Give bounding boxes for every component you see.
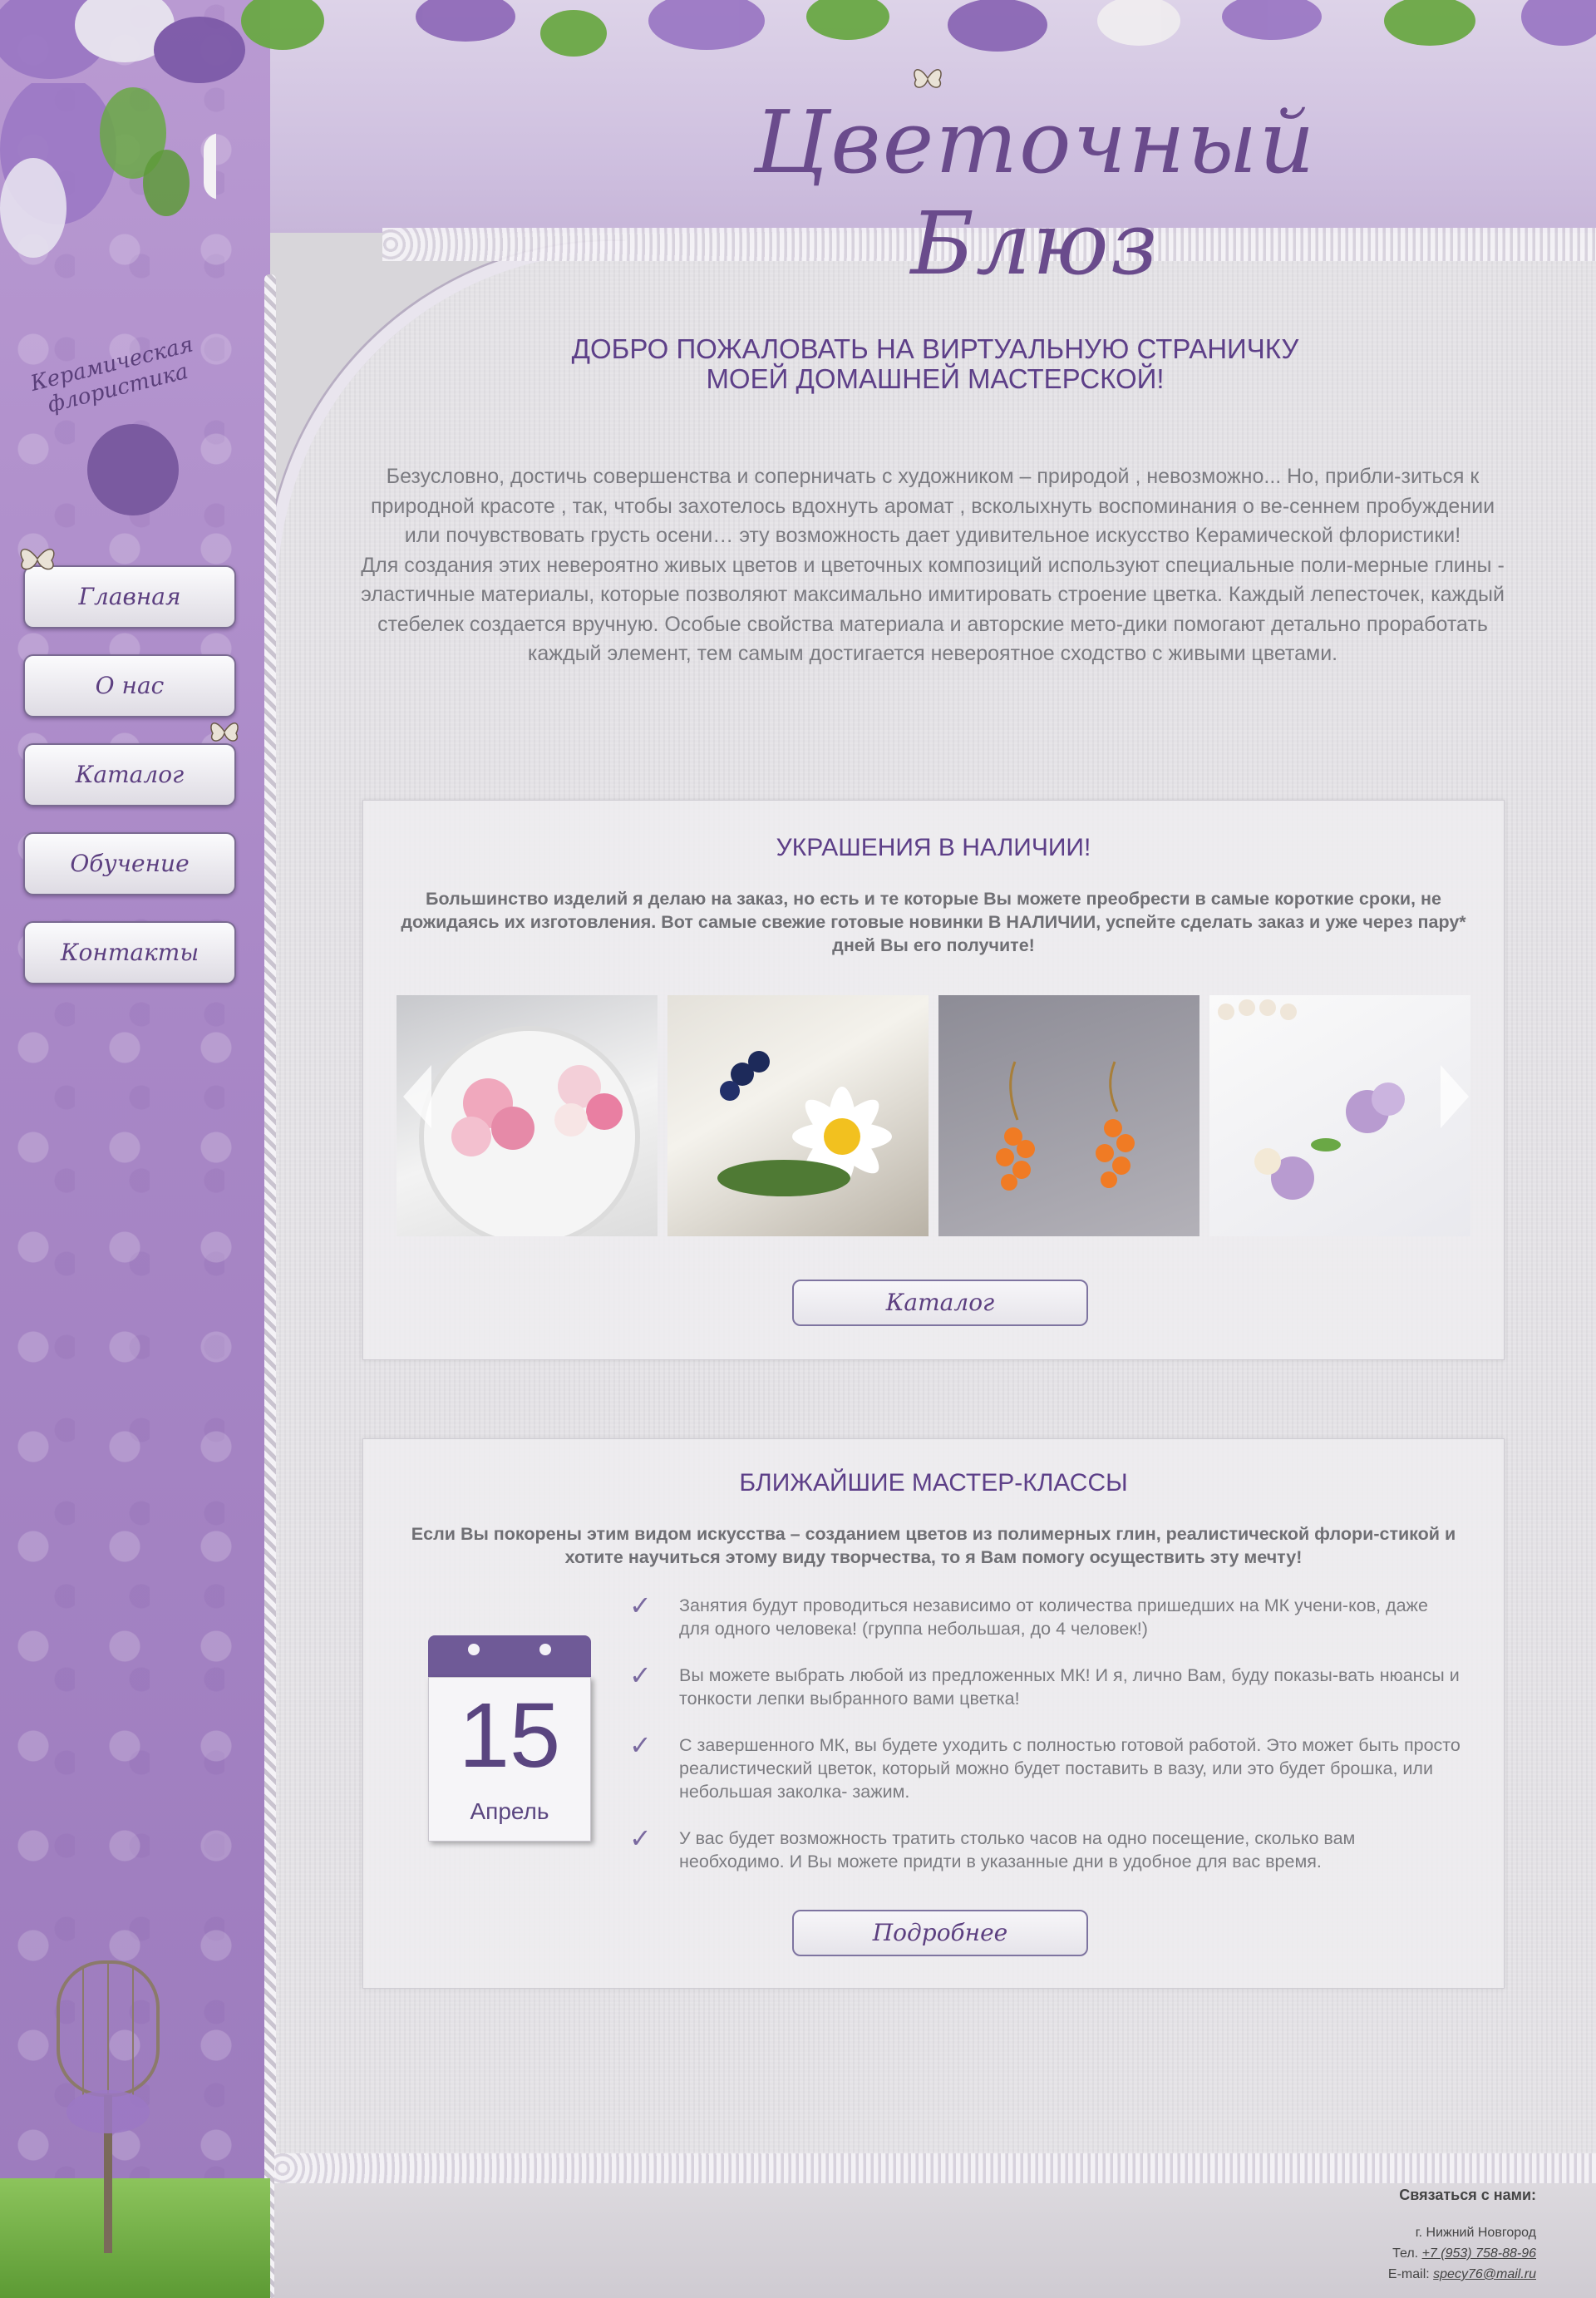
butterfly-icon bbox=[914, 69, 942, 88]
catalog-button[interactable]: Каталог bbox=[792, 1280, 1088, 1326]
birdcage-decoration bbox=[57, 1960, 160, 2253]
calendar-widget: 15 Апрель bbox=[428, 1635, 591, 1843]
classes-text: Если Вы покорены этим видом искусства – … bbox=[411, 1524, 1456, 1567]
class-bullet: ✓ Вы можете выбрать любой из предложенны… bbox=[629, 1660, 1460, 1709]
class-bullet: ✓ Занятия будут проводиться независимо о… bbox=[629, 1590, 1428, 1639]
checkmark-icon: ✓ bbox=[629, 1660, 652, 1690]
calendar-header bbox=[428, 1635, 591, 1677]
main-nav: Главная О нас Каталог Обучение Контакты bbox=[23, 565, 236, 1010]
master-classes-panel: БЛИЖАЙШИЕ МАСТЕР-КЛАССЫ Если Вы покорены… bbox=[362, 1438, 1505, 1989]
jewelry-panel: УКРАШЕНИЯ В НАЛИЧИИ! Большинство изделий… bbox=[362, 800, 1505, 1360]
more-details-button[interactable]: Подробнее bbox=[792, 1910, 1088, 1956]
class-bullet: ✓ С завершенного МК, вы будете уходить с… bbox=[629, 1730, 1461, 1802]
product-photo[interactable] bbox=[938, 995, 1199, 1236]
carousel-prev-arrow[interactable] bbox=[403, 1065, 431, 1128]
jewelry-text: Большинство изделий я делаю на заказ, но… bbox=[401, 889, 1466, 955]
checkmark-icon: ✓ bbox=[629, 1823, 652, 1853]
nav-about[interactable]: О нас bbox=[23, 654, 236, 718]
lilac-branch-decoration bbox=[0, 83, 216, 258]
ballerinas-logo-icon bbox=[87, 424, 179, 515]
footer-contacts: Связаться с нами: г. Нижний Новгород Тел… bbox=[1237, 2187, 1536, 2285]
footer-email: E-mail: specy76@mail.ru bbox=[1387, 2267, 1536, 2281]
footer-title: Связаться с нами: bbox=[1399, 2187, 1536, 2203]
rope-border bbox=[264, 274, 276, 2298]
butterfly-icon bbox=[20, 548, 55, 570]
welcome-heading: ДОБРО ПОЖАЛОВАТЬ НА ВИРТУАЛЬНУЮ СТРАНИЧК… bbox=[571, 333, 1299, 394]
butterfly-icon bbox=[210, 722, 239, 742]
nav-training[interactable]: Обучение bbox=[23, 832, 236, 895]
footer-city: г. Нижний Новгород bbox=[1415, 2226, 1536, 2240]
nav-catalog[interactable]: Каталог bbox=[23, 743, 236, 806]
intro-text: Безусловно, достичь совершенства и сопер… bbox=[361, 465, 1505, 665]
product-photo[interactable] bbox=[397, 995, 658, 1236]
footer-phone: Тел. +7 (953) 758-88-96 bbox=[1392, 2246, 1536, 2261]
carousel-next-arrow[interactable] bbox=[1441, 1065, 1469, 1128]
checkmark-icon: ✓ bbox=[629, 1730, 652, 1760]
logo[interactable]: Керамическая флористика bbox=[8, 332, 258, 540]
product-photo[interactable] bbox=[667, 995, 929, 1236]
lace-bottom-border bbox=[274, 2153, 1596, 2183]
product-photo[interactable] bbox=[1209, 995, 1470, 1236]
calendar-page: 15 Апрель bbox=[428, 1677, 591, 1842]
nav-contacts[interactable]: Контакты bbox=[23, 921, 236, 984]
email-link[interactable]: specy76@mail.ru bbox=[1433, 2267, 1536, 2281]
class-bullet: ✓ У вас будет возможность тратить стольк… bbox=[629, 1823, 1356, 1871]
calendar-month: Апрель bbox=[470, 1798, 549, 1824]
checkmark-icon: ✓ bbox=[629, 1590, 652, 1620]
site-title: Цветочный Блюз bbox=[753, 91, 1317, 294]
phone-link[interactable]: +7 (953) 758-88-96 bbox=[1422, 2246, 1536, 2261]
classes-heading: БЛИЖАЙШИЕ МАСТЕР-КЛАССЫ bbox=[739, 1469, 1128, 1497]
jewelry-heading: УКРАШЕНИЯ В НАЛИЧИИ! bbox=[776, 834, 1091, 861]
calendar-day: 15 bbox=[458, 1684, 561, 1787]
